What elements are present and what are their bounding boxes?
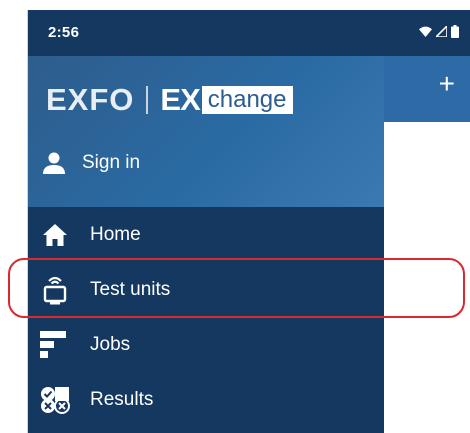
signal-icon — [436, 26, 447, 37]
battery-icon — [451, 25, 459, 38]
person-icon — [43, 152, 65, 174]
exfo-exchange-logo: EXFO EX change — [46, 82, 293, 118]
add-button[interactable]: + — [439, 70, 455, 98]
logo-divider — [146, 86, 149, 114]
nav-item-results[interactable]: Results — [28, 372, 384, 427]
phone-screen: 2:56 + EXFO EX change Sign in Home Test … — [27, 10, 470, 433]
app-bar: + — [384, 56, 470, 122]
logo-product-prefix: EX — [160, 82, 200, 117]
drawer-header: EXFO EX change Sign in — [28, 56, 384, 207]
wifi-icon — [419, 26, 432, 37]
sign-in-button[interactable]: Sign in — [42, 152, 140, 174]
test-unit-icon — [40, 275, 70, 305]
nav-item-label: Jobs — [90, 333, 131, 355]
status-time: 2:56 — [48, 24, 80, 41]
home-icon — [40, 220, 70, 250]
status-bar: 2:56 — [28, 10, 470, 56]
nav-item-home[interactable]: Home — [28, 207, 384, 262]
nav-item-label: Results — [90, 388, 154, 410]
jobs-icon — [40, 330, 70, 360]
logo-product-suffix: change — [201, 86, 293, 114]
navigation-drawer: EXFO EX change Sign in Home Test units J… — [28, 56, 384, 433]
nav-item-jobs[interactable]: Jobs — [28, 317, 384, 372]
status-icons — [419, 25, 459, 38]
nav-item-label: Test units — [90, 278, 171, 300]
sign-in-label: Sign in — [82, 152, 141, 173]
nav-item-label: Home — [90, 223, 141, 245]
nav-item-test-units[interactable]: Test units — [28, 262, 384, 317]
results-icon — [40, 385, 70, 415]
logo-brand: EXFO — [46, 82, 135, 117]
drawer-nav: Home Test units Jobs Results — [28, 207, 384, 427]
